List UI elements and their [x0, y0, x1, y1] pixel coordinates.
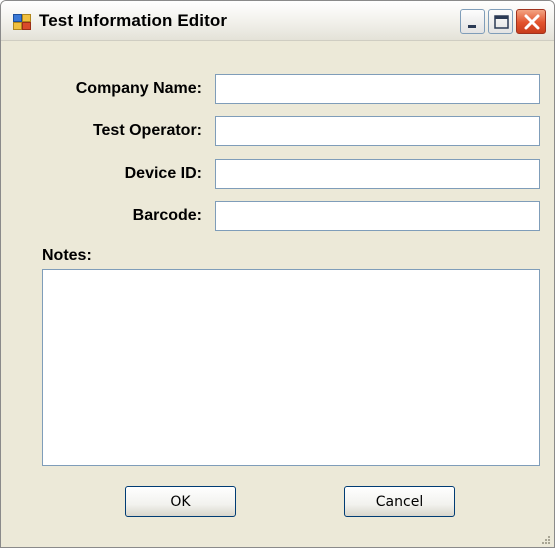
company-name-field[interactable] — [215, 74, 540, 104]
barcode-label: Barcode: — [132, 207, 202, 224]
notes-textarea[interactable] — [42, 269, 540, 466]
ok-button[interactable]: OK — [125, 486, 236, 517]
test-operator-field[interactable] — [215, 116, 540, 146]
app-window-icon[interactable] — [13, 14, 31, 30]
notes-label: Notes: — [42, 247, 92, 264]
minimize-icon — [468, 25, 476, 28]
close-button[interactable] — [516, 9, 546, 34]
device-id-label: Device ID: — [124, 165, 202, 182]
device-id-field[interactable] — [215, 159, 540, 189]
barcode-field[interactable] — [215, 201, 540, 231]
window-title: Test Information Editor — [39, 11, 228, 30]
title-bar[interactable]: Test Information Editor — [1, 1, 554, 41]
maximize-icon — [494, 15, 509, 29]
test-information-editor-window: Test Information Editor Company Name: Te… — [0, 0, 555, 548]
company-name-label: Company Name: — [75, 80, 202, 97]
cancel-button[interactable]: Cancel — [344, 486, 455, 517]
close-icon — [524, 14, 540, 30]
minimize-button[interactable] — [460, 9, 485, 34]
maximize-button[interactable] — [488, 9, 513, 34]
test-operator-label: Test Operator: — [92, 122, 202, 139]
resize-grip-icon[interactable] — [539, 532, 551, 544]
